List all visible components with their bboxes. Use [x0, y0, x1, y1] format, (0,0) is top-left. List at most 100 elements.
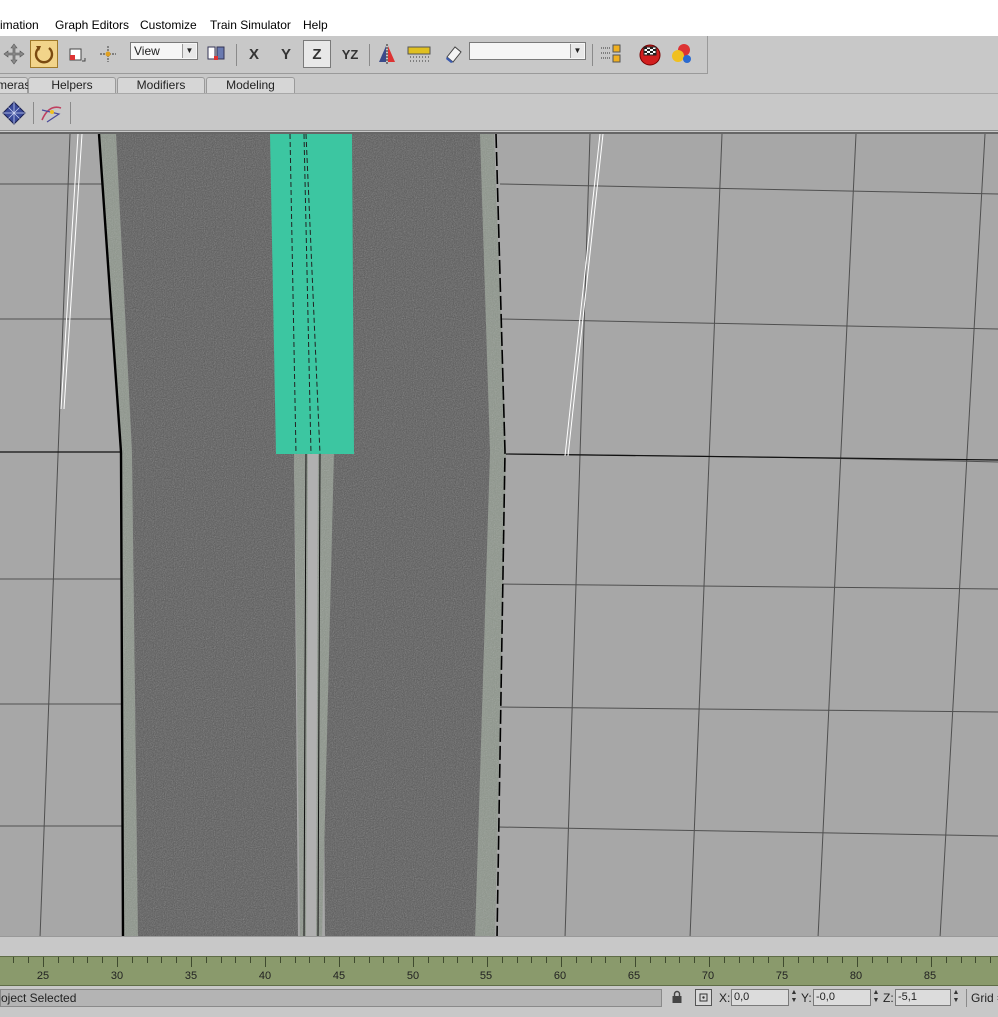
- curve-tool-icon[interactable]: [38, 99, 66, 127]
- menu-animation[interactable]: imation: [0, 18, 39, 32]
- timeline-tick: [147, 957, 148, 963]
- lock-icon[interactable]: [671, 990, 683, 1004]
- timeline-tick: [161, 957, 162, 963]
- tab-modifiers-label: Modifiers: [136, 78, 186, 92]
- z-spinner-icon[interactable]: ▲ ▼: [952, 989, 960, 1006]
- timeline-tick: [561, 957, 562, 967]
- layer-manager-icon[interactable]: [597, 40, 625, 68]
- named-selection-set[interactable]: ▼: [469, 42, 586, 60]
- timeline-tick: [354, 957, 355, 963]
- menu-customize[interactable]: Customize: [140, 18, 197, 32]
- y-spinner-icon[interactable]: ▲ ▼: [872, 989, 880, 1006]
- spline-line: [63, 134, 83, 410]
- x-spinner-icon[interactable]: ▲ ▼: [790, 989, 798, 1006]
- timeline-tick: [443, 957, 444, 963]
- move-icon[interactable]: [0, 40, 28, 68]
- timeline-tick: [901, 957, 902, 963]
- timeline-tick: [990, 957, 991, 963]
- timeline-label: 55: [479, 970, 493, 982]
- axis-z-label: Z: [312, 45, 322, 63]
- timeline-label: 50: [406, 970, 420, 982]
- scale-icon[interactable]: [62, 40, 90, 68]
- timeline-tick: [635, 957, 636, 967]
- timeline-label: 85: [923, 970, 937, 982]
- reference-coord-select[interactable]: View ▼: [130, 42, 198, 60]
- pivot-center-icon[interactable]: [202, 40, 230, 68]
- timeline-tick: [191, 957, 192, 967]
- z-coord-label: Z:: [883, 991, 894, 1005]
- selection-status: oject Selected: [0, 989, 662, 1007]
- timeline-label: 75: [775, 970, 789, 982]
- timeline-tick: [457, 957, 458, 963]
- timeline-tick: [73, 957, 74, 963]
- x-coord-label: X:: [719, 991, 731, 1005]
- y-coord-label: Y:: [801, 991, 812, 1005]
- x-coord-field[interactable]: 0,0: [731, 989, 789, 1006]
- axis-y-button[interactable]: Y: [272, 40, 300, 68]
- timeline-tick: [339, 957, 340, 967]
- timeline-tick: [887, 957, 888, 963]
- rotate-icon[interactable]: [30, 40, 58, 68]
- spline-line: [60, 134, 79, 410]
- timeline-tick: [309, 957, 310, 963]
- viewport-canvas: [0, 134, 998, 936]
- render-setup-icon[interactable]: [636, 40, 664, 68]
- menu-help[interactable]: Help: [303, 18, 328, 32]
- median-center: [306, 452, 318, 936]
- axis-y-label: Y: [280, 45, 291, 63]
- eraser-icon[interactable]: [440, 40, 468, 68]
- timeline-tick: [546, 957, 547, 963]
- timeline-tick: [694, 957, 695, 963]
- timeline-ruler[interactable]: 25 30 35 40 45 50 55 60 65 70 75 80 85: [0, 956, 998, 986]
- timeline-tick: [235, 957, 236, 963]
- timeline-tick: [58, 957, 59, 963]
- viewport-3d[interactable]: [0, 132, 998, 936]
- timeline-tick: [620, 957, 621, 963]
- timeline-tick: [280, 957, 281, 963]
- ground-grid-dark-line: [504, 453, 998, 461]
- y-coord-field[interactable]: -0,0: [813, 989, 871, 1006]
- timeline-tick: [324, 957, 325, 963]
- timeline-tick: [295, 957, 296, 963]
- axis-z-button[interactable]: Z: [303, 40, 331, 68]
- timeline-label: 25: [36, 970, 50, 982]
- menu-bar: imation Graph Editors Customize Train Si…: [0, 0, 998, 36]
- timeline-tick: [798, 957, 799, 963]
- tab-modifiers[interactable]: Modifiers: [117, 77, 205, 93]
- timeline-tick: [665, 957, 666, 963]
- menu-train-simulator[interactable]: Train Simulator: [210, 18, 291, 32]
- tab-cameras[interactable]: meras: [0, 77, 30, 93]
- axis-yz-button[interactable]: YZ: [336, 40, 364, 68]
- time-slider-track[interactable]: [0, 936, 998, 956]
- pivot-icon[interactable]: [94, 40, 122, 68]
- timeline-tick: [117, 957, 118, 967]
- align-icon[interactable]: [405, 40, 433, 68]
- timeline-label: 80: [849, 970, 863, 982]
- z-coord-field[interactable]: -5,1: [895, 989, 951, 1006]
- timeline-tick: [709, 957, 710, 967]
- timeline-tick: [679, 957, 680, 963]
- tab-helpers[interactable]: Helpers: [28, 77, 116, 93]
- timeline-tick: [250, 957, 251, 963]
- timeline-label: 45: [332, 970, 346, 982]
- timeline-tick: [369, 957, 370, 963]
- timeline-label: 65: [627, 970, 641, 982]
- timeline-tick: [132, 957, 133, 963]
- timeline-tick: [946, 957, 947, 963]
- grid-snap-icon[interactable]: [0, 99, 28, 127]
- selected-object[interactable]: [270, 134, 354, 454]
- axis-x-button[interactable]: X: [240, 40, 268, 68]
- grid-size-text: Grid =: [971, 991, 998, 1005]
- mirror-icon[interactable]: [373, 40, 401, 68]
- tab-modeling[interactable]: Modeling: [206, 77, 295, 93]
- timeline-label: 30: [110, 970, 124, 982]
- toolbar-empty-area: [708, 36, 998, 74]
- timeline-tick: [517, 957, 518, 963]
- timeline-tick: [28, 957, 29, 963]
- menu-graph-editors[interactable]: Graph Editors: [55, 18, 129, 32]
- absolute-mode-icon[interactable]: [695, 989, 712, 1006]
- status-bar: oject Selected X: 0,0 ▲ ▼ Y: -0,0 ▲ ▼ Z: -…: [0, 986, 998, 1017]
- x-coord-value: 0,0: [734, 991, 750, 1003]
- material-editor-icon[interactable]: [668, 40, 696, 68]
- timeline-tick: [857, 957, 858, 967]
